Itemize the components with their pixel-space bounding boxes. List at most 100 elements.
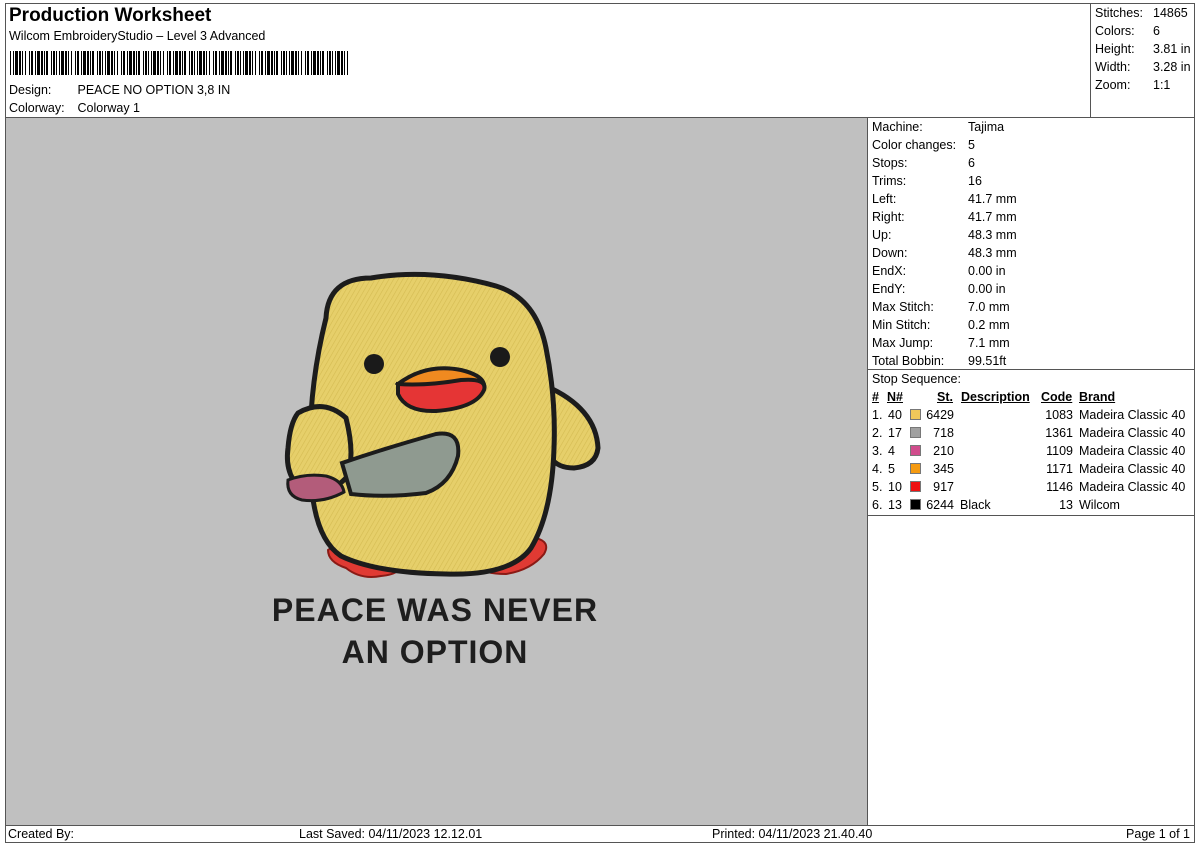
summary-label: Stitches: (1095, 6, 1143, 20)
info-row: Stops: 6 (872, 154, 1192, 172)
thread-color-swatch (910, 463, 921, 474)
stop-sequence-row: 5. 10 917 1146 Madeira Classic 40 (871, 478, 1195, 496)
stop-code: 1361 (1045, 426, 1073, 440)
design-label: Design: (9, 83, 52, 97)
stop-brand: Madeira Classic 40 (1079, 426, 1186, 440)
thread-color-swatch (910, 481, 921, 492)
stop-index: 1. (872, 408, 883, 422)
summary-label: Colors: (1095, 24, 1135, 38)
info-label: Min Stitch: (872, 318, 931, 332)
colorway-label: Colorway: (9, 101, 65, 115)
info-label: Max Jump: (872, 336, 934, 350)
info-row: Max Jump: 7.1 mm (872, 334, 1192, 352)
info-row: Right: 41.7 mm (872, 208, 1192, 226)
stop-index: 2. (872, 426, 883, 440)
stop-sequence-table: # N# St. Description Code Brand 1. 40 6429… (871, 388, 1195, 514)
stop-sequence-row: 1. 40 6429 1083 Madeira Classic 40 (871, 406, 1195, 424)
stop-sequence-row: 4. 5 345 1171 Madeira Classic 40 (871, 460, 1195, 478)
info-row: Left: 41.7 mm (872, 190, 1192, 208)
stop-needle: 13 (888, 498, 902, 512)
info-value: 48.3 mm (968, 246, 1017, 260)
info-value: 5 (968, 138, 975, 152)
stops-divider (868, 515, 1195, 516)
info-label: Stops: (872, 156, 908, 170)
design-text-line2: AN OPTION (342, 634, 529, 670)
stop-index: 6. (872, 498, 883, 512)
page-number: Page 1 of 1 (1126, 827, 1190, 841)
info-label: Trims: (872, 174, 907, 188)
duck-left-eye (364, 354, 384, 374)
info-row: Down: 48.3 mm (872, 244, 1192, 262)
stop-needle: 17 (888, 426, 902, 440)
stop-description: Black (960, 498, 991, 512)
info-label: Machine: (872, 120, 923, 134)
summary-row: Stitches: 14865 (1095, 4, 1195, 22)
knife-handle (286, 473, 346, 503)
info-label: Right: (872, 210, 905, 224)
info-label: Max Stitch: (872, 300, 934, 314)
info-value: Tajima (968, 120, 1005, 134)
col-brand: Brand (1079, 390, 1116, 404)
stop-stitch-count: 718 (933, 426, 954, 440)
design-text-line1: PEACE WAS NEVER (272, 592, 598, 628)
info-label: Up: (872, 228, 892, 242)
info-label: EndX: (872, 264, 907, 278)
col-stitches: St. (937, 390, 953, 404)
info-row: EndX: 0.00 in (872, 262, 1192, 280)
created-by: Created By: (8, 827, 75, 841)
info-value: 99.51ft (968, 354, 1007, 368)
info-row: Trims: 16 (872, 172, 1192, 190)
stop-sequence-row: 2. 17 718 1361 Madeira Classic 40 (871, 424, 1195, 442)
printed-date: Printed: 04/11/2023 21.40.40 (712, 827, 873, 841)
stop-sequence-header: # N# St. Description Code Brand (871, 388, 1195, 406)
info-value: 0.00 in (968, 282, 1006, 296)
stop-sequence-title: Stop Sequence: (872, 372, 961, 386)
info-value: 7.1 mm (968, 336, 1010, 350)
stop-brand: Wilcom (1079, 498, 1120, 512)
summary-value: 6 (1153, 24, 1160, 38)
info-row: EndY: 0.00 in (872, 280, 1192, 298)
stop-code: 1083 (1045, 408, 1073, 422)
stop-sequence-row: 3. 4 210 1109 Madeira Classic 40 (871, 442, 1195, 460)
summary-value: 3.81 in (1153, 42, 1191, 56)
info-value: 16 (968, 174, 982, 188)
summary-label: Zoom: (1095, 78, 1131, 92)
stop-code: 1109 (1046, 444, 1073, 458)
info-row: Machine: Tajima (872, 118, 1192, 136)
col-num: # (872, 390, 879, 404)
info-value: 41.7 mm (968, 210, 1017, 224)
stop-stitch-count: 917 (933, 480, 954, 494)
summary-value: 3.28 in (1153, 60, 1191, 74)
page-title: Production Worksheet (9, 5, 212, 26)
colorway-value: Colorway 1 (77, 101, 141, 115)
summary-divider (1090, 4, 1091, 117)
stop-code: 1146 (1046, 480, 1073, 494)
stop-needle: 10 (888, 480, 902, 494)
duck-right-eye (490, 347, 510, 367)
info-label: Total Bobbin: (872, 354, 945, 368)
summary-row: Height: 3.81 in (1095, 40, 1195, 58)
info-label: EndY: (872, 282, 906, 296)
summary-value: 1:1 (1153, 78, 1171, 92)
summary-row: Width: 3.28 in (1095, 58, 1195, 76)
thread-color-swatch (910, 427, 921, 438)
summary-panel: Stitches: 14865 Colors: 6 Height: 3.81 in W… (1095, 4, 1195, 94)
info-value: 48.3 mm (968, 228, 1017, 242)
stop-brand: Madeira Classic 40 (1079, 462, 1186, 476)
barcode (10, 51, 348, 75)
col-code: Code (1041, 390, 1073, 404)
duck-embroidery: PEACE WAS NEVER AN OPTION (272, 271, 601, 670)
app-name: Wilcom EmbroideryStudio – Level 3 Advanc… (9, 29, 266, 43)
stop-stitch-count: 210 (933, 444, 954, 458)
info-value: 0.00 in (968, 264, 1006, 278)
info-value: 0.2 mm (968, 318, 1010, 332)
stop-index: 5. (872, 480, 883, 494)
footer: Created By: Last Saved: 04/11/2023 12.12… (6, 825, 1194, 843)
stop-sequence-row: 6. 13 6244 Black 13 Wilcom (871, 496, 1195, 514)
summary-row: Colors: 6 (1095, 22, 1195, 40)
info-label: Down: (872, 246, 908, 260)
stop-brand: Madeira Classic 40 (1079, 480, 1186, 494)
stop-code: 13 (1059, 498, 1073, 512)
stop-stitch-count: 345 (933, 462, 954, 476)
info-row: Min Stitch: 0.2 mm (872, 316, 1192, 334)
